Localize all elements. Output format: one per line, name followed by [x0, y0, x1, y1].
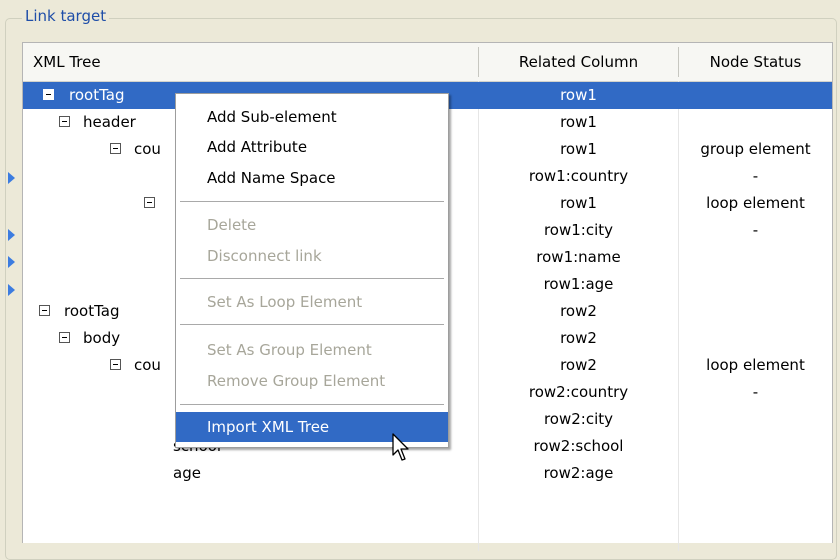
related-column-cell: row1:country: [528, 167, 629, 185]
node-status-cell: [679, 271, 832, 298]
tree-cell: age: [23, 460, 478, 487]
context-menu: Add Sub-element Add Attribute Add Name S…: [175, 93, 449, 448]
related-column-cell: row1:name: [536, 248, 621, 266]
link-arrow-icon[interactable]: [8, 229, 15, 241]
node-label: rootTag: [69, 86, 125, 104]
minus-box-icon[interactable]: [43, 89, 54, 100]
related-column-cell: row1: [560, 140, 597, 158]
menu-separator: [180, 324, 444, 325]
node-status-cell: loop element: [706, 356, 805, 374]
node-status-cell: -: [752, 221, 759, 239]
node-status-cell: [679, 325, 832, 352]
link-arrow-icon[interactable]: [8, 284, 15, 296]
menu-item-label: Set As Loop Element: [207, 293, 363, 311]
related-column-cell: row1: [560, 86, 597, 104]
minus-box-icon[interactable]: [144, 197, 155, 208]
menu-item-label: Add Sub-element: [207, 108, 337, 126]
related-column-cell: row1: [560, 194, 597, 212]
group-title: Link target: [22, 6, 110, 26]
related-column-cell: row2:school: [533, 437, 624, 455]
related-column-cell: row2:age: [543, 464, 614, 482]
node-label: rootTag: [64, 302, 120, 320]
menu-item-label: Remove Group Element: [207, 372, 386, 390]
menu-item-label: Delete: [207, 216, 257, 234]
menu-item-remove-group-element[interactable]: Remove Group Element: [176, 366, 448, 396]
node-status-cell: [679, 82, 832, 109]
link-arrow-icon[interactable]: [8, 256, 15, 268]
menu-item-label: Disconnect link: [207, 247, 322, 265]
minus-box-icon[interactable]: [59, 332, 70, 343]
minus-box-icon[interactable]: [59, 116, 70, 127]
menu-item-delete[interactable]: Delete: [176, 210, 448, 240]
header-node-status[interactable]: Node Status: [679, 43, 832, 81]
menu-item-add-attribute[interactable]: Add Attribute: [176, 132, 448, 162]
node-status-cell: group element: [700, 140, 811, 158]
menu-item-label: Add Attribute: [207, 138, 308, 156]
menu-separator: [180, 278, 444, 279]
related-column-cell: row2: [560, 329, 597, 347]
menu-item-add-sub-element[interactable]: Add Sub-element: [176, 102, 448, 132]
table-header: XML Tree Related Column Node Status: [23, 43, 832, 82]
node-status-cell: loop element: [706, 194, 805, 212]
node-status-cell: -: [752, 167, 759, 185]
related-column-cell: row2: [560, 356, 597, 374]
related-column-cell: row2: [560, 302, 597, 320]
header-xml-tree[interactable]: XML Tree: [33, 43, 101, 81]
menu-item-disconnect-link[interactable]: Disconnect link: [176, 241, 448, 271]
header-related-column[interactable]: Related Column: [479, 43, 678, 81]
node-label: cou: [134, 356, 161, 374]
node-status-cell: -: [752, 383, 759, 401]
menu-item-label: Import XML Tree: [207, 418, 330, 436]
menu-item-set-as-loop-element[interactable]: Set As Loop Element: [176, 287, 448, 317]
related-column-cell: row1: [560, 113, 597, 131]
minus-box-icon[interactable]: [39, 305, 50, 316]
minus-box-icon[interactable]: [110, 143, 121, 154]
node-status-cell: [679, 109, 832, 136]
node-label: age: [173, 464, 201, 482]
menu-separator: [180, 201, 444, 202]
related-column-cell: row1:city: [543, 221, 614, 239]
minus-box-icon[interactable]: [110, 359, 121, 370]
mouse-pointer-icon: [392, 433, 409, 461]
node-status-cell: [679, 406, 832, 433]
menu-item-add-name-space[interactable]: Add Name Space: [176, 163, 448, 193]
node-label: header: [83, 113, 136, 131]
menu-item-label: Add Name Space: [207, 169, 336, 187]
related-column-cell: row1:age: [543, 275, 614, 293]
node-status-cell: [679, 460, 832, 487]
link-arrow-icon[interactable]: [8, 172, 15, 184]
menu-separator: [180, 404, 444, 405]
related-column-cell: row2:country: [528, 383, 629, 401]
node-status-cell: [679, 298, 832, 325]
menu-item-label: Set As Group Element: [207, 341, 372, 359]
node-label: body: [83, 329, 121, 347]
related-column-cell: row2:city: [543, 410, 614, 428]
node-label: cou: [134, 140, 161, 158]
menu-item-set-as-group-element[interactable]: Set As Group Element: [176, 335, 448, 365]
table-row[interactable]: age row2:age: [23, 460, 832, 487]
node-status-cell: [679, 433, 832, 460]
node-status-cell: [679, 244, 832, 271]
